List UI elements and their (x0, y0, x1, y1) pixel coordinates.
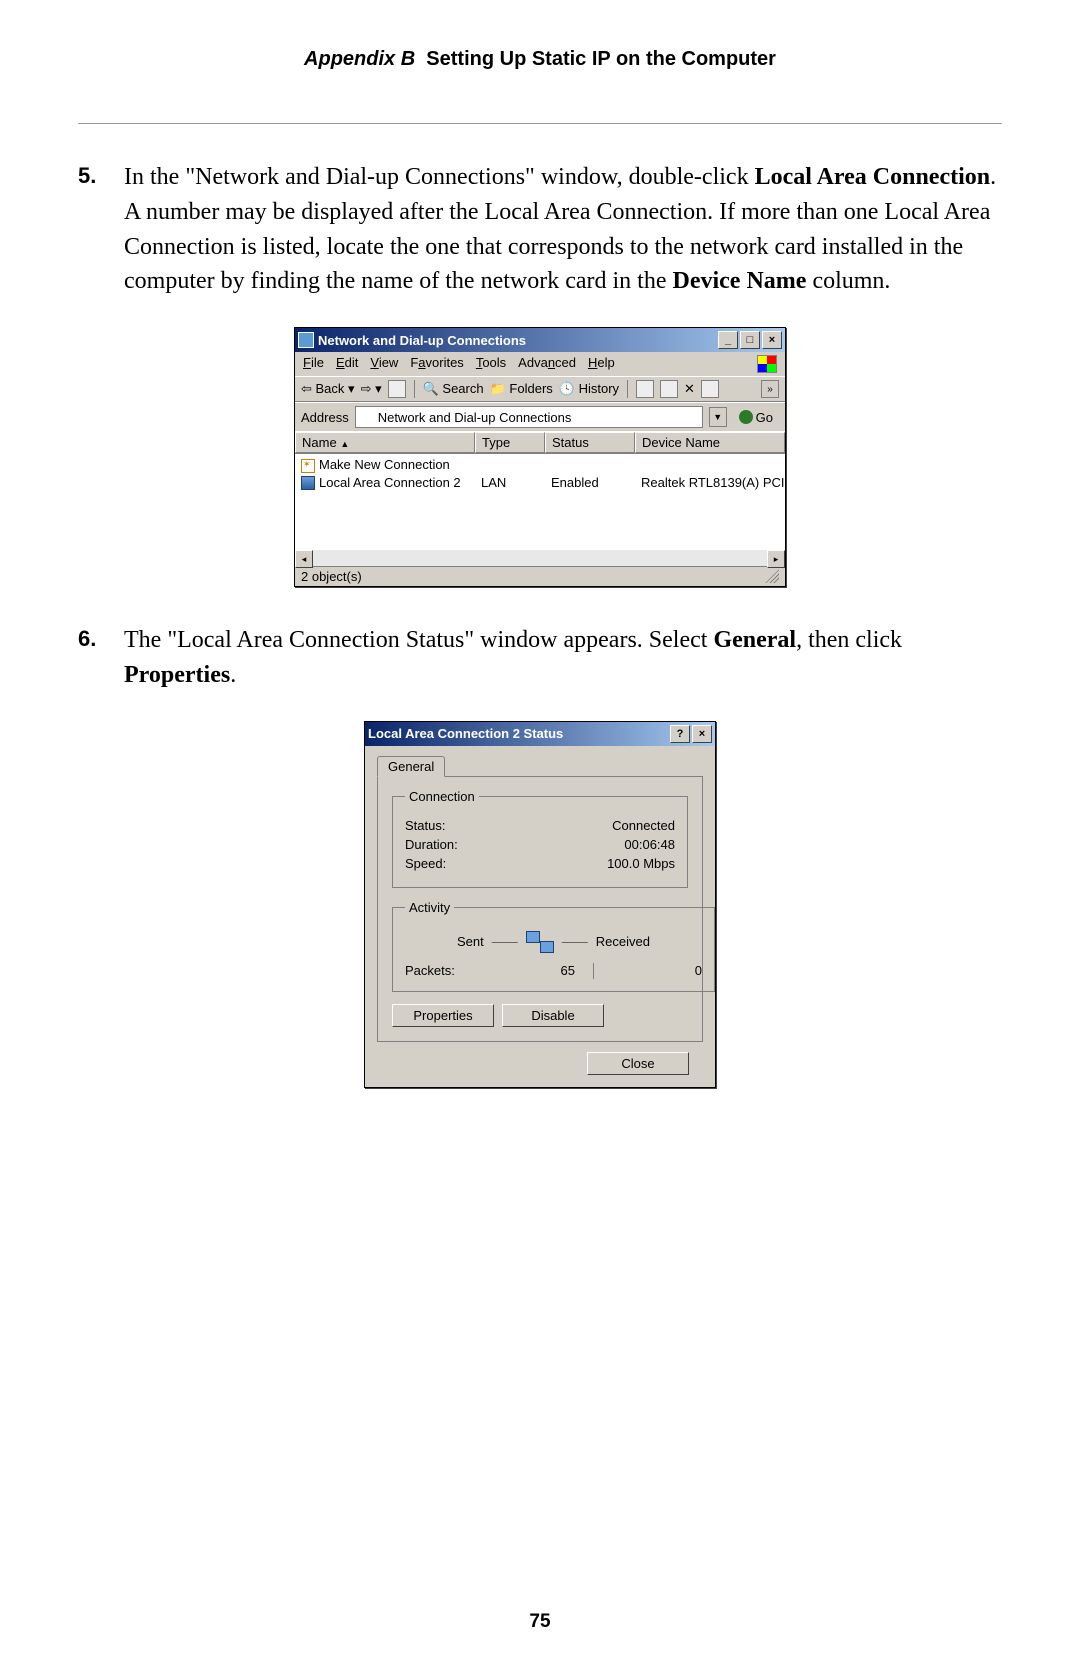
move-to-icon[interactable] (636, 380, 654, 398)
statusbar: 2 object(s) (295, 566, 785, 586)
titlebar: Local Area Connection 2 Status ? × (365, 722, 715, 746)
col-device[interactable]: Device Name (635, 432, 785, 453)
address-label: Address (301, 410, 349, 425)
connection-group: Connection Status: Connected Duration: 00:… (392, 789, 688, 888)
menu-edit[interactable]: Edit (336, 355, 358, 373)
menu-help[interactable]: Help (588, 355, 615, 373)
header-title: Setting Up Static IP on the Computer (426, 48, 776, 70)
menu-file[interactable]: File (303, 355, 324, 373)
forward-button[interactable]: ⇨ ▾ (361, 381, 382, 397)
go-button[interactable]: Go (733, 408, 779, 427)
step-6: 6. The "Local Area Connection Status" wi… (78, 623, 1002, 693)
copy-to-icon[interactable] (660, 380, 678, 398)
back-button[interactable]: ⇦ Back ▾ (301, 381, 355, 397)
activity-icon (526, 931, 554, 953)
new-connection-icon (301, 459, 315, 473)
resize-grip-icon[interactable] (765, 569, 779, 583)
window-title: Local Area Connection 2 Status (368, 726, 563, 741)
maximize-button[interactable]: □ (740, 331, 760, 349)
packets-recv-value: 0 (612, 963, 702, 978)
undo-icon[interactable] (701, 380, 719, 398)
up-icon[interactable] (388, 380, 406, 398)
speed-value: 100.0 Mbps (607, 856, 675, 871)
page-header: Appendix B Setting Up Static IP on the C… (78, 48, 1002, 87)
address-icon (360, 410, 374, 424)
step-body: In the "Network and Dial-up Connections"… (124, 160, 1002, 299)
windows-logo-icon (757, 355, 777, 373)
packets-label: Packets: (405, 963, 485, 978)
titlebar: Network and Dial-up Connections _ □ × (295, 328, 785, 352)
duration-value: 00:06:48 (624, 837, 675, 852)
step-number: 6. (78, 623, 124, 655)
col-type[interactable]: Type (475, 432, 545, 453)
list-item[interactable]: Local Area Connection 2 LAN Enabled Real… (295, 474, 785, 492)
menubar: File Edit View Favorites Tools Advanced … (295, 352, 785, 376)
packets-sent-value: 65 (485, 963, 575, 978)
tabstrip: General (377, 756, 703, 777)
minimize-button[interactable]: _ (718, 331, 738, 349)
step-number: 5. (78, 160, 124, 192)
disable-button[interactable]: Disable (502, 1004, 604, 1027)
page-number: 75 (0, 1611, 1080, 1633)
connection-status-window: Local Area Connection 2 Status ? × Gener… (364, 721, 716, 1088)
scroll-right-button[interactable]: ▸ (767, 550, 785, 568)
status-text: 2 object(s) (301, 569, 362, 584)
address-dropdown[interactable]: ▼ (709, 407, 727, 427)
network-connections-window: Network and Dial-up Connections _ □ × Fi… (294, 327, 786, 587)
col-name[interactable]: Name ▲ (295, 432, 475, 453)
help-button[interactable]: ? (670, 725, 690, 743)
close-dialog-button[interactable]: Close (587, 1052, 689, 1075)
lan-icon (301, 476, 315, 490)
col-status[interactable]: Status (545, 432, 635, 453)
group-legend: Activity (405, 900, 454, 915)
activity-group: Activity Sent —— —— Received Packets: 65 (392, 900, 715, 992)
toolbar: ⇦ Back ▾ ⇨ ▾ 🔍 Search 📁 Folders 🕓 Histor… (295, 376, 785, 402)
menu-advanced[interactable]: Advanced (518, 355, 576, 373)
address-field[interactable]: Network and Dial-up Connections (355, 406, 703, 428)
status-label: Status: (405, 818, 445, 833)
list-body: Make New Connection Local Area Connectio… (295, 453, 785, 550)
step-5: 5. In the "Network and Dial-up Connectio… (78, 160, 1002, 299)
menu-view[interactable]: View (370, 355, 398, 373)
received-label: Received (596, 934, 650, 949)
properties-button[interactable]: Properties (392, 1004, 494, 1027)
search-button[interactable]: 🔍 Search (423, 381, 484, 397)
close-button[interactable]: × (692, 725, 712, 743)
group-legend: Connection (405, 789, 479, 804)
window-icon (298, 332, 314, 348)
menu-favorites[interactable]: Favorites (410, 355, 463, 373)
go-icon (739, 410, 753, 424)
status-value: Connected (612, 818, 675, 833)
address-bar: Address Network and Dial-up Connections … (295, 402, 785, 431)
close-button[interactable]: × (762, 331, 782, 349)
sent-label: Sent (457, 934, 484, 949)
step-body: The "Local Area Connection Status" windo… (124, 623, 1002, 693)
speed-label: Speed: (405, 856, 446, 871)
appendix-label: Appendix B (304, 48, 415, 70)
h-scrollbar[interactable]: ◂ ▸ (295, 550, 785, 566)
address-value: Network and Dial-up Connections (378, 410, 572, 425)
list-item[interactable]: Make New Connection (295, 456, 785, 474)
delete-icon[interactable]: ✕ (684, 381, 695, 397)
menu-tools[interactable]: Tools (476, 355, 506, 373)
toolbar-overflow[interactable]: » (761, 380, 779, 398)
list-header: Name ▲ Type Status Device Name (295, 431, 785, 453)
tab-panel: Connection Status: Connected Duration: 00:… (377, 776, 703, 1042)
history-button[interactable]: 🕓 History (559, 381, 619, 397)
header-rule (78, 123, 1002, 124)
window-title: Network and Dial-up Connections (318, 333, 526, 348)
folders-button[interactable]: 📁 Folders (490, 381, 553, 397)
tab-general[interactable]: General (377, 756, 445, 777)
scroll-left-button[interactable]: ◂ (295, 550, 313, 568)
duration-label: Duration: (405, 837, 458, 852)
